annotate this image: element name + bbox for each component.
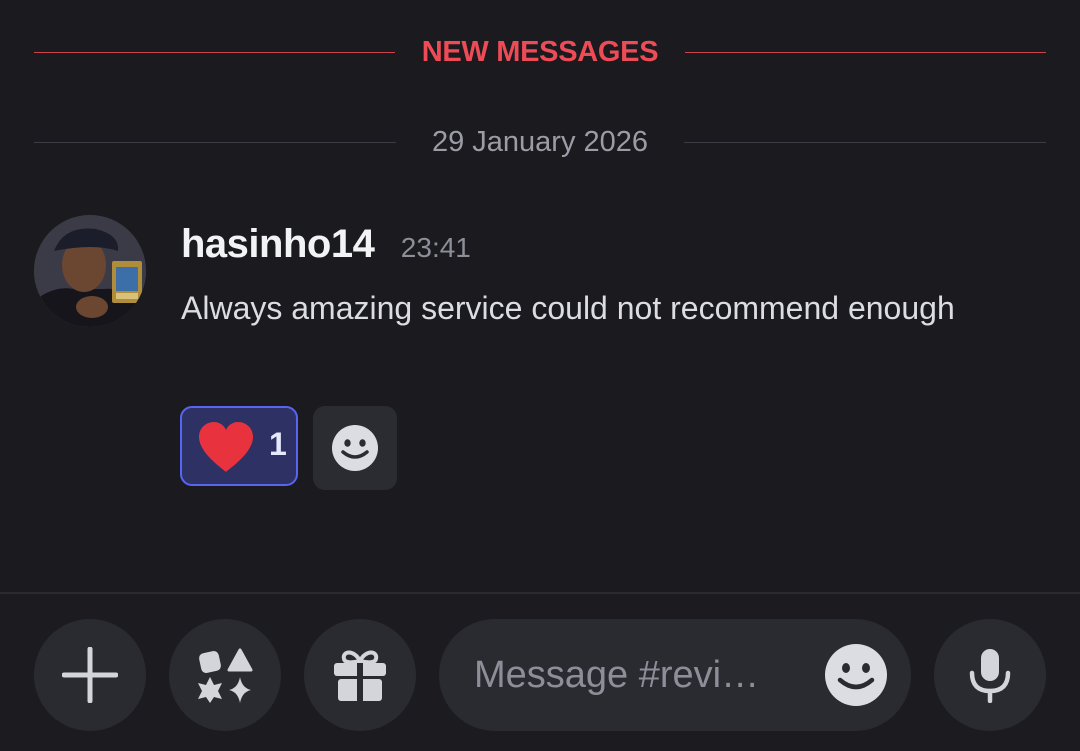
apps-button[interactable] xyxy=(169,619,281,731)
message-header: hasinho14 23:41 xyxy=(181,222,471,272)
avatar-image xyxy=(34,215,146,327)
gift-button[interactable] xyxy=(304,619,416,731)
attach-button[interactable] xyxy=(34,619,146,731)
divider-line xyxy=(685,52,1046,53)
voice-message-button[interactable] xyxy=(934,619,1046,731)
divider-line xyxy=(684,142,1046,143)
message-content: Always amazing service could not recomme… xyxy=(181,290,955,326)
date-divider: 29 January 2026 xyxy=(34,122,1046,162)
heart-icon xyxy=(199,422,253,472)
gift-icon xyxy=(334,650,386,701)
message-input-placeholder: Message #revi… xyxy=(474,654,760,696)
composer-bar: Message #revi… xyxy=(0,592,1080,751)
reaction-count: 1 xyxy=(269,426,287,462)
emoji-icon xyxy=(332,425,378,471)
emoji-picker-icon[interactable] xyxy=(824,643,888,707)
avatar[interactable] xyxy=(34,215,146,327)
reaction-heart[interactable]: 1 xyxy=(180,406,298,486)
author-name[interactable]: hasinho14 xyxy=(181,222,375,266)
message-timestamp: 23:41 xyxy=(400,232,471,263)
chat-view: NEW MESSAGES 29 January 2026 hasinho14 2… xyxy=(0,0,1080,751)
plus-icon xyxy=(62,647,118,703)
apps-icon xyxy=(198,648,253,703)
microphone-icon xyxy=(969,649,1011,703)
new-messages-divider: NEW MESSAGES xyxy=(34,32,1046,72)
message-input[interactable]: Message #revi… xyxy=(439,619,911,731)
add-reaction-button[interactable] xyxy=(313,406,397,490)
